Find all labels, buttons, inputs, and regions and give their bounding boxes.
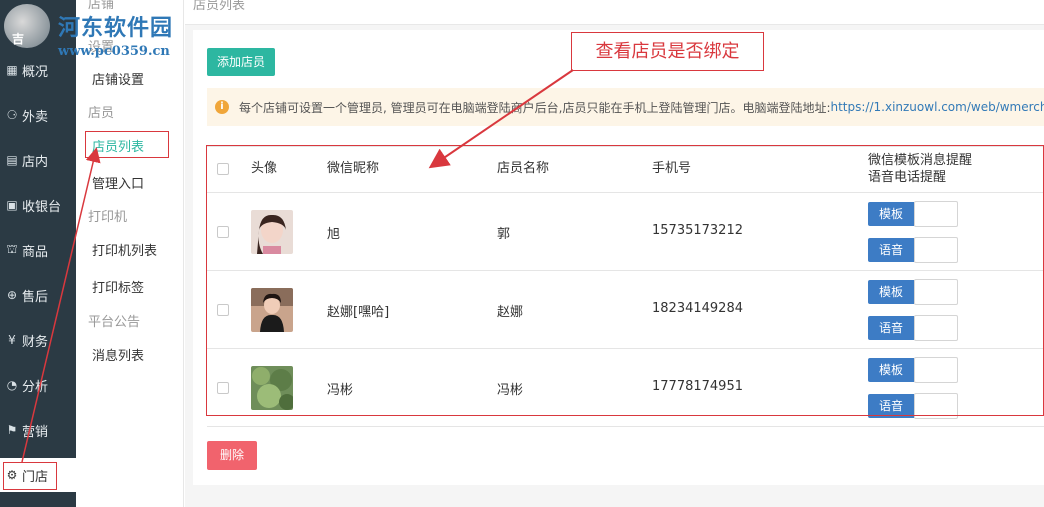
sidebar-item-after-sale[interactable]: ⊕ 售后 [0,278,76,312]
phone-cell: 17778174951 [652,379,743,394]
header-nickname: 微信昵称 [327,161,380,176]
voice-notify-toggle[interactable] [914,237,958,263]
annotation-label: 查看店员是否绑定 [571,32,764,71]
phone-cell: 18234149284 [652,301,743,316]
template-tag: 模板 [868,280,914,304]
sidebar-item-cashier[interactable]: ▣ 收银台 [0,188,76,222]
sidebar-item-label: 分析 [22,379,49,395]
staff-name-cell: 冯彬 [497,383,524,398]
delete-button[interactable]: 删除 [207,441,257,470]
main-content: 店员列表 添加店员 i 每个店铺可设置一个管理员, 管理员可在电脑端登陆商户后台… [185,0,1044,507]
avatar [251,210,293,254]
cashier-icon: ▣ [6,198,18,212]
voice-tag: 语音 [868,316,914,340]
sidebar-item-finance[interactable]: ¥ 财务 [0,323,76,357]
notice-text: 每个店铺可设置一个管理员, 管理员可在电脑端登陆商户后台,店员只能在手机上登陆管… [239,100,831,115]
nickname-cell: 旭 [327,227,341,242]
subnav-group-printer: 打印机 [88,210,128,225]
staff-table: 头像 微信昵称 店员名称 手机号 微信模板消息提醒 语音电话提醒 旭 郭 157… [207,146,1044,427]
subnav-item-admin-entry[interactable]: 管理入口 [92,173,144,192]
header-voice-notify: 语音电话提醒 [868,170,947,185]
sidebar-item-label: 收银台 [22,199,62,215]
store-logo[interactable]: 吉 [4,4,50,48]
phone-cell: 15735173212 [652,223,743,238]
nickname-cell: 冯彬 [327,383,354,398]
sidebar-item-store[interactable]: ⚙ 门店 [0,458,76,492]
sidebar-item-dine-in[interactable]: ▤ 店内 [0,143,76,177]
store-icon: ▤ [6,153,18,167]
sidebar-item-analysis[interactable]: ◔ 分析 [0,368,76,402]
login-url-link[interactable]: https://1.xinzuowl.com/web/wmerchant [831,100,1044,114]
staff-name-cell: 赵娜 [497,305,524,320]
voice-tag: 语音 [868,394,914,418]
info-icon: i [215,100,229,114]
nickname-cell: 赵娜[嘿哈] [327,305,390,320]
staff-name-cell: 郭 [497,227,511,242]
subnav-group-notice: 平台公告 [88,315,141,330]
sidebar-item-label: 售后 [22,289,49,305]
subnav-item-print-label[interactable]: 打印标签 [92,277,144,296]
info-notice: i 每个店铺可设置一个管理员, 管理员可在电脑端登陆商户后台,店员只能在手机上登… [207,88,1044,126]
site-watermark: 河东软件园 www.pc0359.cn [58,10,218,59]
voice-tag: 语音 [868,238,914,262]
goods-icon: ⛫ [6,242,18,256]
secondary-nav: 店铺 设置 店铺设置 店员 店员列表 管理入口 打印机 打印机列表 打印标签 平… [76,0,184,507]
row-checkbox[interactable] [217,226,229,238]
table-header: 头像 微信昵称 店员名称 手机号 微信模板消息提醒 语音电话提醒 [207,147,1044,193]
finance-icon: ¥ [8,333,16,347]
staff-panel: 添加店员 i 每个店铺可设置一个管理员, 管理员可在电脑端登陆商户后台,店员只能… [193,30,1044,485]
subnav-group-staff: 店员 [88,106,115,121]
template-notify-toggle[interactable] [914,201,958,227]
row-checkbox[interactable] [217,382,229,394]
template-notify-toggle[interactable] [914,279,958,305]
template-notify-toggle[interactable] [914,357,958,383]
settings-icon: ⚙ [6,468,18,482]
sidebar-item-marketing[interactable]: ⚑ 营销 [0,413,76,447]
marketing-icon: ⚑ [6,423,18,437]
sidebar-item-label: 商品 [22,244,49,260]
avatar [251,366,293,410]
sidebar-item-goods[interactable]: ⛫ 商品 [0,233,76,267]
select-all-checkbox[interactable] [217,163,229,175]
template-tag: 模板 [868,202,914,226]
table-row: 赵娜[嘿哈] 赵娜 18234149284 模板 语音 [207,271,1044,349]
main-sidebar: 吉 ▦ 概况 ⚆ 外卖 ▤ 店内 ▣ 收银台 ⛫ 商品 ⊕ 售后 ¥ 财务 ◔ … [0,0,76,507]
voice-notify-toggle[interactable] [914,315,958,341]
subnav-item-printer-list[interactable]: 打印机列表 [92,240,157,259]
voice-notify-toggle[interactable] [914,393,958,419]
top-breadcrumb-bar: 店员列表 [185,0,1044,25]
watermark-title: 河东软件园 [58,15,174,41]
logo-text: 吉 [12,32,25,46]
table-row: 旭 郭 15735173212 模板 语音 [207,193,1044,271]
subnav-item-message-list[interactable]: 消息列表 [92,345,144,364]
header-avatar: 头像 [251,161,278,176]
row-checkbox[interactable] [217,304,229,316]
sidebar-item-label: 概况 [22,64,49,80]
template-tag: 模板 [868,358,914,382]
sidebar-item-label: 财务 [22,334,49,350]
avatar [251,288,293,332]
scooter-icon: ⚆ [6,108,18,122]
after-sale-icon: ⊕ [6,288,18,302]
watermark-url: www.pc0359.cn [58,44,170,59]
sidebar-item-label: 外卖 [22,109,49,125]
subnav-item-shop-settings[interactable]: 店铺设置 [92,69,144,88]
sidebar-item-takeout[interactable]: ⚆ 外卖 [0,98,76,132]
header-phone: 手机号 [652,161,692,176]
analysis-icon: ◔ [6,378,18,392]
sidebar-item-label: 门店 [22,469,49,485]
subnav-item-staff-list[interactable]: 店员列表 [92,136,144,155]
header-staff-name: 店员名称 [497,161,550,176]
table-row: 冯彬 冯彬 17778174951 模板 语音 [207,349,1044,427]
dashboard-icon: ▦ [6,63,18,77]
sidebar-item-label: 店内 [22,154,49,170]
sidebar-item-label: 营销 [22,424,49,440]
